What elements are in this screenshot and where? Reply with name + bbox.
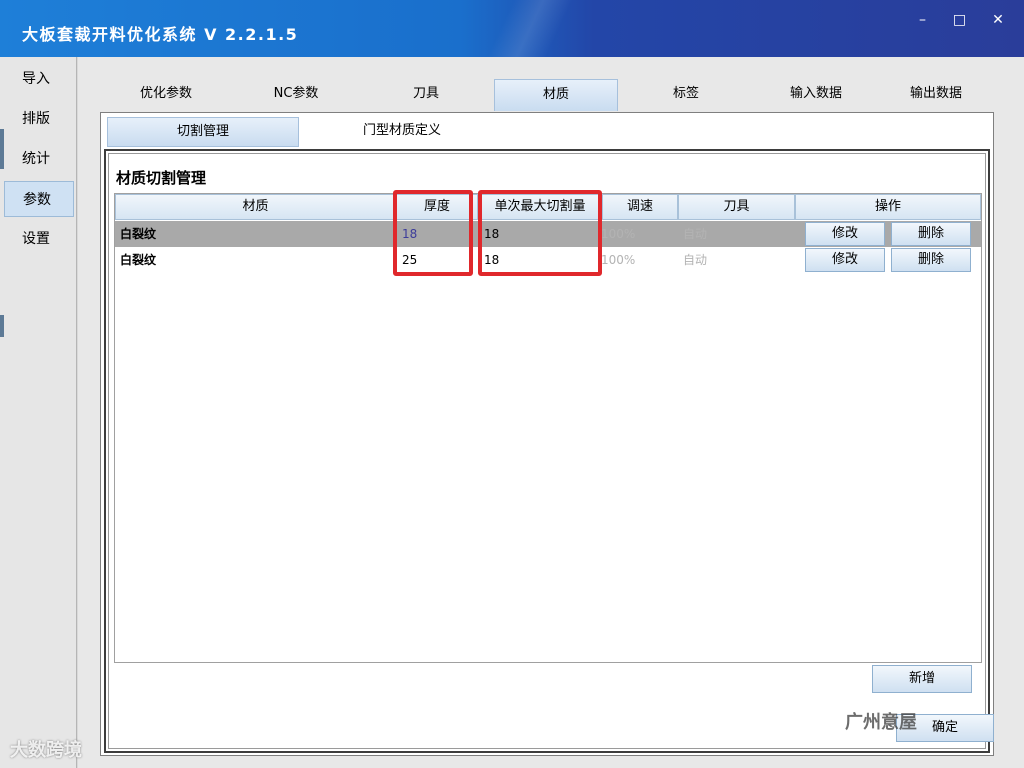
highlight-max-cut-column [478, 190, 602, 276]
delete-button[interactable]: 删除 [891, 222, 971, 246]
cell-speed: 100% [601, 253, 636, 267]
subtab-cut-management[interactable]: 切割管理 [107, 117, 299, 147]
section-title: 材质切割管理 [116, 169, 207, 187]
edit-button[interactable]: 修改 [805, 248, 885, 272]
column-header-material[interactable]: 材质 [115, 194, 396, 220]
cell-material: 白裂纹 [120, 253, 157, 267]
window-controls: – □ ✕ [906, 8, 1016, 32]
add-button[interactable]: 新增 [872, 665, 972, 693]
title-bar: 大板套裁开料优化系统 V 2.2.1.5 – □ ✕ [0, 0, 1024, 57]
cell-tool: 自动 [683, 227, 708, 241]
tab-input-data[interactable]: 输入数据 [752, 79, 880, 111]
watermark-left: 大数跨境 [10, 740, 82, 761]
cut-management-group: 材质切割管理 材质 厚度 单次最大切割量 调速 刀具 操作 白裂纹 18 18 … [104, 149, 990, 753]
nav-item-layout[interactable]: 排版 [4, 101, 74, 137]
tab-output-data[interactable]: 输出数据 [876, 79, 996, 111]
nav-item-statistics[interactable]: 统计 [4, 141, 74, 177]
minimize-button[interactable]: – [906, 8, 939, 32]
nav-item-parameters[interactable]: 参数 [4, 181, 74, 217]
tab-nc-params[interactable]: NC参数 [232, 79, 360, 111]
nav-item-settings[interactable]: 设置 [4, 221, 74, 257]
column-header-speed[interactable]: 调速 [602, 194, 678, 220]
cell-speed: 100% [601, 227, 636, 241]
subtab-door-material[interactable]: 门型材质定义 [305, 117, 499, 147]
left-nav: 导入 排版 统计 参数 设置 [0, 57, 77, 768]
window-title: 大板套裁开料优化系统 V 2.2.1.5 [22, 25, 299, 44]
tab-optimize-params[interactable]: 优化参数 [100, 79, 232, 111]
main-area: 优化参数 NC参数 刀具 材质 标签 输入数据 输出数据 切割管理 门型材质定义… [78, 57, 1024, 768]
cell-tool: 自动 [683, 253, 708, 267]
material-table: 材质 厚度 单次最大切割量 调速 刀具 操作 白裂纹 18 18 100% 自动… [114, 190, 982, 663]
nav-edge-mark [0, 315, 4, 337]
tab-tools[interactable]: 刀具 [360, 79, 492, 111]
delete-button[interactable]: 删除 [891, 248, 971, 272]
highlight-thickness-column [393, 190, 473, 276]
column-header-tool[interactable]: 刀具 [678, 194, 795, 220]
edit-button[interactable]: 修改 [805, 222, 885, 246]
maximize-button[interactable]: □ [943, 8, 976, 32]
tab-material[interactable]: 材质 [494, 79, 618, 111]
nav-item-import[interactable]: 导入 [4, 61, 74, 97]
column-header-actions[interactable]: 操作 [795, 194, 981, 220]
watermark-right: 广州意屋 [845, 712, 917, 733]
cell-material: 白裂纹 [120, 227, 157, 241]
material-panel: 切割管理 门型材质定义 材质切割管理 材质 厚度 单次最大切割量 调速 刀具 操… [100, 112, 994, 756]
close-button[interactable]: ✕ [980, 8, 1016, 32]
tab-labels[interactable]: 标签 [622, 79, 750, 111]
title-bar-decoration [470, 0, 590, 57]
